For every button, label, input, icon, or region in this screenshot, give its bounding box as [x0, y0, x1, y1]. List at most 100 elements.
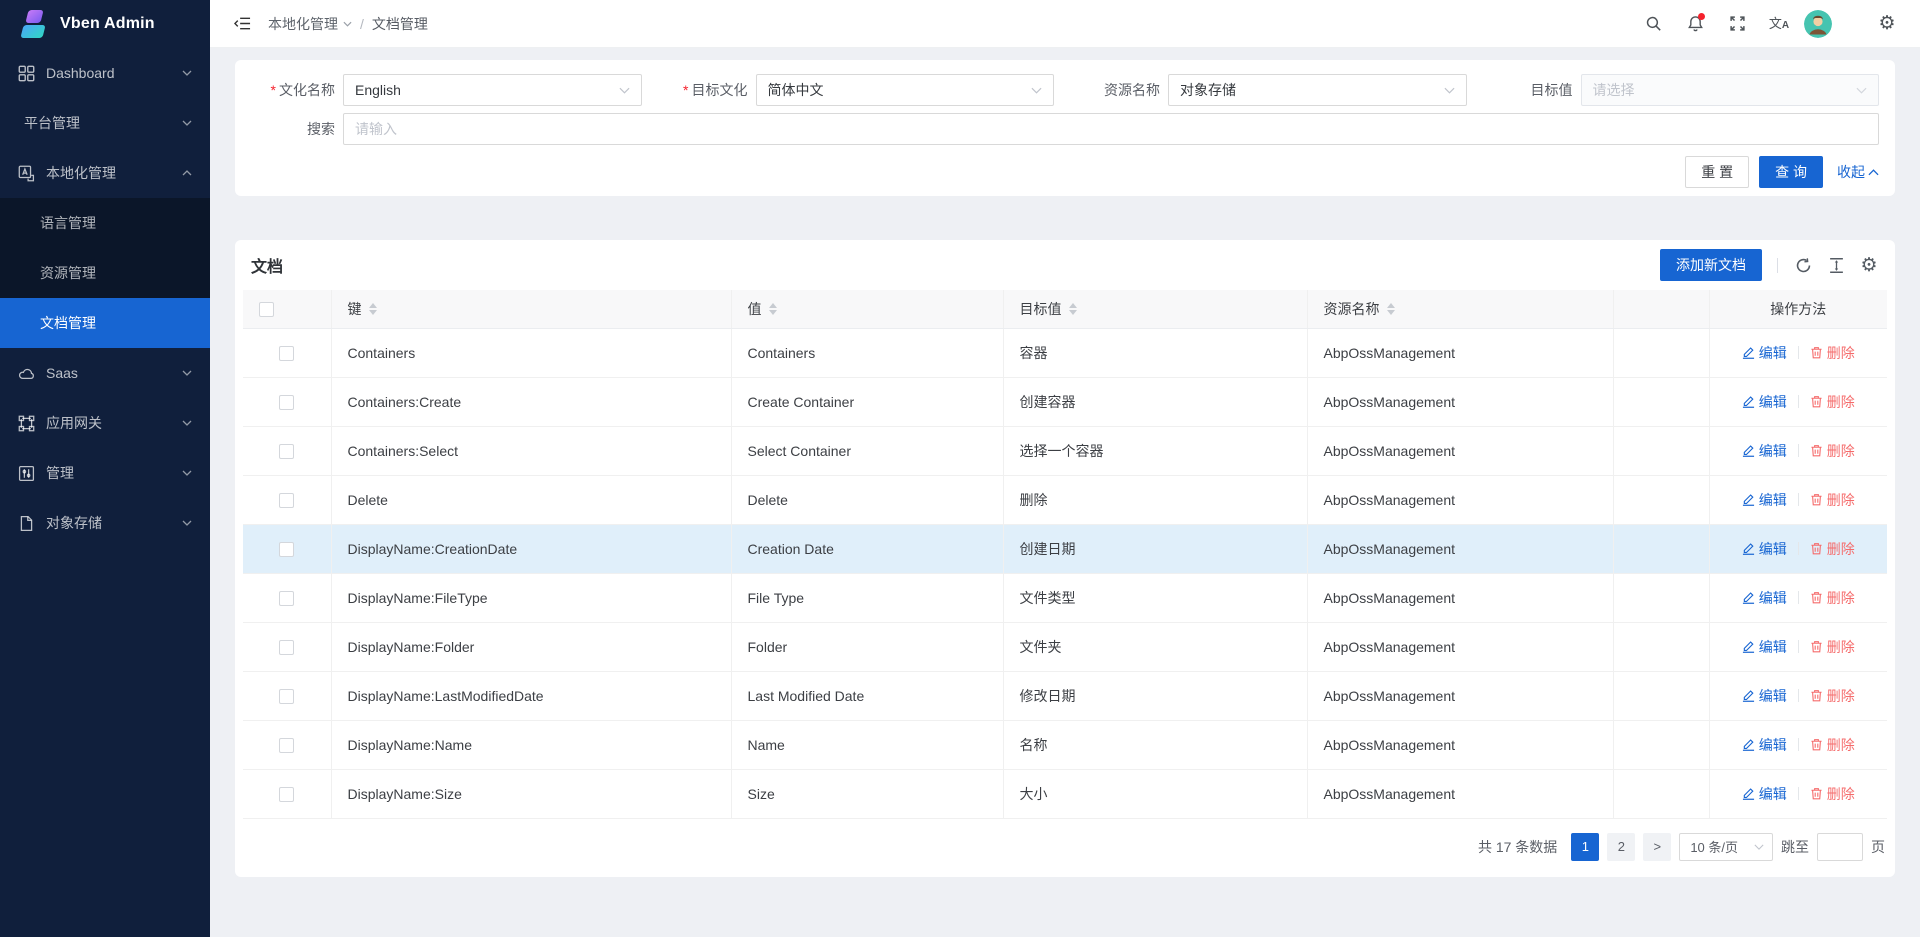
sidebar-item-label: 应用网关: [46, 413, 102, 433]
fullscreen-icon[interactable]: [1720, 7, 1754, 41]
page-button-2[interactable]: 2: [1607, 833, 1635, 861]
page-size-select[interactable]: 10 条/页: [1679, 833, 1773, 861]
delete-button[interactable]: 删除: [1810, 539, 1855, 559]
refresh-icon[interactable]: [1793, 255, 1813, 275]
row-checkbox[interactable]: [279, 346, 294, 361]
sort-target-control[interactable]: [1069, 303, 1077, 315]
edit-button[interactable]: 编辑: [1742, 735, 1787, 755]
app-logo[interactable]: Vben Admin: [0, 0, 210, 48]
sidebar-item-label: 资源管理: [40, 263, 96, 283]
chevron-down-icon: [343, 21, 352, 27]
avatar[interactable]: [1804, 10, 1832, 38]
row-checkbox[interactable]: [279, 591, 294, 606]
target-value-select[interactable]: 请选择: [1581, 74, 1880, 106]
chevron-down-icon: [182, 520, 192, 526]
chevron-down-icon: [1031, 87, 1042, 94]
cell-key: DisplayName:FileType: [331, 573, 731, 622]
sidebar-item-platform[interactable]: 平台管理: [0, 98, 210, 148]
bell-icon[interactable]: [1678, 7, 1712, 41]
delete-button[interactable]: 删除: [1810, 392, 1855, 412]
translate-icon[interactable]: 文A: [1762, 7, 1796, 41]
edit-button[interactable]: 编辑: [1742, 441, 1787, 461]
collapse-filter-link[interactable]: 收起: [1837, 162, 1879, 182]
target-culture-select[interactable]: 简体中文: [756, 74, 1055, 106]
sidebar-item-label: Saas: [46, 365, 78, 381]
sidebar-item-saas[interactable]: Saas: [0, 348, 210, 398]
delete-button[interactable]: 删除: [1810, 784, 1855, 804]
table-row: DisplayName:FileType File Type 文件类型 AbpO…: [243, 573, 1887, 622]
cell-value: Last Modified Date: [731, 671, 1003, 720]
row-checkbox[interactable]: [279, 738, 294, 753]
cell-value: Name: [731, 720, 1003, 769]
delete-button[interactable]: 删除: [1810, 441, 1855, 461]
edit-button[interactable]: 编辑: [1742, 588, 1787, 608]
row-checkbox[interactable]: [279, 689, 294, 704]
sort-key-control[interactable]: [369, 303, 377, 315]
page-jump-input[interactable]: [1817, 833, 1863, 861]
search-icon[interactable]: [1636, 7, 1670, 41]
sidebar-item-language-management[interactable]: 语言管理: [0, 198, 210, 248]
edit-button[interactable]: 编辑: [1742, 539, 1787, 559]
breadcrumb-item-document: 文档管理: [372, 14, 428, 34]
trash-icon: [1810, 395, 1823, 408]
edit-button[interactable]: 编辑: [1742, 392, 1787, 412]
row-checkbox[interactable]: [279, 395, 294, 410]
column-settings-gear-icon[interactable]: ⚙: [1859, 255, 1879, 275]
delete-button[interactable]: 删除: [1810, 490, 1855, 510]
cell-spacer: [1613, 377, 1709, 426]
row-checkbox[interactable]: [279, 787, 294, 802]
query-button[interactable]: 查 询: [1759, 156, 1823, 188]
delete-button[interactable]: 删除: [1810, 735, 1855, 755]
reset-button[interactable]: 重 置: [1685, 156, 1749, 188]
sidebar-item-dashboard[interactable]: Dashboard: [0, 48, 210, 98]
sidebar-item-object-storage[interactable]: 对象存储: [0, 498, 210, 548]
edit-button[interactable]: 编辑: [1742, 343, 1787, 363]
chevron-down-icon: [182, 70, 192, 76]
culture-name-select[interactable]: English: [343, 74, 642, 106]
delete-button[interactable]: 删除: [1810, 686, 1855, 706]
sidebar-item-resource-management[interactable]: 资源管理: [0, 248, 210, 298]
row-height-icon[interactable]: [1826, 255, 1846, 275]
toolbar-divider: [1777, 258, 1778, 273]
sidebar-menu: Dashboard 平台管理 本地化管理 语言管理 资源管理 文档管理 S: [0, 48, 210, 548]
add-document-button[interactable]: 添加新文档: [1660, 249, 1762, 281]
table-row: Containers Containers 容器 AbpOssManagemen…: [243, 328, 1887, 377]
cell-target: 文件夹: [1003, 622, 1307, 671]
resource-name-select[interactable]: 对象存储: [1168, 74, 1467, 106]
edit-button[interactable]: 编辑: [1742, 784, 1787, 804]
cell-resource: AbpOssManagement: [1307, 769, 1613, 818]
sort-resource-control[interactable]: [1387, 303, 1395, 315]
row-checkbox[interactable]: [279, 640, 294, 655]
page-button-1[interactable]: 1: [1571, 833, 1599, 861]
row-checkbox[interactable]: [279, 542, 294, 557]
chevron-down-icon: [1444, 87, 1455, 94]
culture-name-label: 文化名称: [251, 80, 343, 100]
trash-icon: [1810, 738, 1823, 751]
sort-value-control[interactable]: [769, 303, 777, 315]
table-row: Delete Delete 删除 AbpOssManagement 编辑 删除: [243, 475, 1887, 524]
edit-button[interactable]: 编辑: [1742, 637, 1787, 657]
delete-button[interactable]: 删除: [1810, 588, 1855, 608]
delete-button[interactable]: 删除: [1810, 637, 1855, 657]
edit-pencil-icon: [1742, 689, 1755, 702]
cell-value: File Type: [731, 573, 1003, 622]
settings-gear-icon[interactable]: ⚙: [1870, 7, 1904, 41]
select-all-checkbox[interactable]: [259, 302, 274, 317]
sidebar-item-gateway[interactable]: 应用网关: [0, 398, 210, 448]
sidebar-item-localization[interactable]: 本地化管理: [0, 148, 210, 198]
sidebar-item-manage[interactable]: 管理: [0, 448, 210, 498]
breadcrumb-separator: /: [360, 16, 364, 32]
edit-button[interactable]: 编辑: [1742, 686, 1787, 706]
row-checkbox[interactable]: [279, 444, 294, 459]
column-header-spacer: [1613, 290, 1709, 328]
row-checkbox[interactable]: [279, 493, 294, 508]
breadcrumb-item-localization[interactable]: 本地化管理: [268, 14, 352, 34]
cell-target: 大小: [1003, 769, 1307, 818]
chevron-down-icon: [182, 120, 192, 126]
edit-button[interactable]: 编辑: [1742, 490, 1787, 510]
sidebar-item-document-management[interactable]: 文档管理: [0, 298, 210, 348]
search-input[interactable]: [355, 121, 1867, 137]
delete-button[interactable]: 删除: [1810, 343, 1855, 363]
next-page-button[interactable]: >: [1643, 833, 1671, 861]
menu-fold-icon[interactable]: [226, 8, 258, 40]
